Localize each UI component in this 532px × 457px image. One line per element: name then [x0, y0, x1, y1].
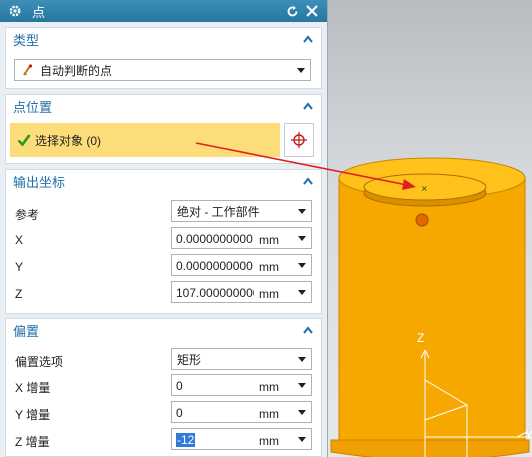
- x-increment-field[interactable]: 0 mm: [171, 374, 312, 396]
- inferred-point-icon: [23, 64, 33, 76]
- offset-option-label: 偏置选项: [15, 355, 64, 369]
- z-label: Z: [15, 287, 23, 301]
- y-increment-value: 0: [176, 406, 183, 420]
- output-coords-section: 输出坐标 参考 绝对 - 工作部件 X 0.0000000000 mm Y 0.…: [5, 169, 322, 314]
- x-unit: mm: [259, 233, 279, 247]
- z-increment-value: -12: [176, 433, 254, 447]
- gear-icon[interactable]: [8, 4, 22, 18]
- reference-label: 参考: [15, 208, 40, 222]
- y-increment-unit: mm: [259, 407, 279, 421]
- z-increment-label: Z 增量: [15, 435, 50, 449]
- point-type-value: 自动判断的点: [40, 63, 113, 78]
- chevron-down-icon: [297, 68, 305, 73]
- x-increment-unit: mm: [259, 380, 279, 394]
- y-coordinate-value: 0.0000000000: [176, 259, 253, 273]
- point-location-header[interactable]: 点位置: [6, 95, 321, 117]
- x-label: X: [15, 233, 24, 247]
- dialog-title-bar: 点: [0, 0, 327, 22]
- offset-option-value: 矩形: [177, 352, 202, 367]
- type-section-header[interactable]: 类型: [6, 28, 321, 50]
- x-increment-label: X 增量: [15, 381, 51, 395]
- point-location-section: 点位置 选择对象 (0): [5, 94, 322, 164]
- z-increment-field[interactable]: -12 mm: [171, 428, 312, 450]
- cylinder-model: ×: [330, 157, 532, 457]
- z-coordinate-value: 107.0000000000: [176, 286, 254, 300]
- graphics-viewport[interactable]: × Z Y: [327, 0, 532, 457]
- svg-text:×: ×: [421, 184, 428, 193]
- x-coordinate-value: 0.0000000000: [176, 232, 253, 246]
- chevron-down-icon: [298, 357, 306, 362]
- chevron-up-icon: [303, 102, 313, 110]
- refresh-icon: [287, 5, 297, 16]
- reference-value: 绝对 - 工作部件: [177, 204, 260, 219]
- chevron-down-icon[interactable]: [298, 383, 306, 388]
- dialog-title: 点: [32, 4, 46, 20]
- close-button[interactable]: [305, 4, 319, 18]
- type-section-title: 类型: [13, 32, 40, 48]
- z-increment-selected-text: -12: [176, 433, 196, 447]
- y-coordinate-field[interactable]: 0.0000000000 mm: [171, 254, 312, 276]
- point-dialog: 点 类型 自动判断的点 点位置 选择对象 (0) 输出坐标 参考 绝对 - 工作…: [0, 0, 328, 457]
- x-increment-value: 0: [176, 379, 183, 393]
- x-coordinate-field[interactable]: 0.0000000000 mm: [171, 227, 312, 249]
- chevron-down-icon: [298, 209, 306, 214]
- y-increment-label: Y 增量: [15, 408, 51, 422]
- select-object-label: 选择对象 (0): [35, 133, 102, 148]
- point-type-dropdown[interactable]: 自动判断的点: [14, 59, 311, 81]
- output-coords-header[interactable]: 输出坐标: [6, 170, 321, 192]
- chevron-up-icon: [303, 35, 313, 43]
- chevron-down-icon[interactable]: [298, 410, 306, 415]
- y-increment-field[interactable]: 0 mm: [171, 401, 312, 423]
- z-unit: mm: [259, 287, 279, 301]
- checkmark-icon: [17, 134, 31, 147]
- y-unit: mm: [259, 260, 279, 274]
- reset-button[interactable]: [285, 4, 299, 18]
- crosshair-icon: [291, 132, 307, 148]
- offset-section: 偏置 偏置选项 矩形 X 增量 0 mm Y 增量 0 mm Z 增量 -12 …: [5, 318, 322, 457]
- select-object-row[interactable]: 选择对象 (0): [10, 123, 280, 157]
- offset-title: 偏置: [13, 323, 40, 339]
- offset-header[interactable]: 偏置: [6, 319, 321, 341]
- offset-option-dropdown[interactable]: 矩形: [171, 348, 312, 370]
- z-coordinate-field[interactable]: 107.0000000000 mm: [171, 281, 312, 303]
- output-coords-title: 输出坐标: [13, 174, 66, 190]
- close-icon: [306, 5, 318, 17]
- chevron-down-icon[interactable]: [298, 290, 306, 295]
- chevron-down-icon[interactable]: [298, 236, 306, 241]
- chevron-up-icon: [303, 326, 313, 334]
- z-increment-unit: mm: [259, 434, 279, 448]
- chevron-down-icon[interactable]: [298, 437, 306, 442]
- type-section: 类型 自动判断的点: [5, 27, 322, 89]
- reference-dropdown[interactable]: 绝对 - 工作部件: [171, 200, 312, 222]
- axis-y-label: Y: [525, 428, 532, 442]
- chevron-down-icon[interactable]: [298, 263, 306, 268]
- point-constructor-button[interactable]: [284, 123, 314, 157]
- y-label: Y: [15, 260, 24, 274]
- point-location-title: 点位置: [13, 99, 53, 115]
- axis-z-label: Z: [417, 331, 425, 345]
- chevron-up-icon: [303, 177, 313, 185]
